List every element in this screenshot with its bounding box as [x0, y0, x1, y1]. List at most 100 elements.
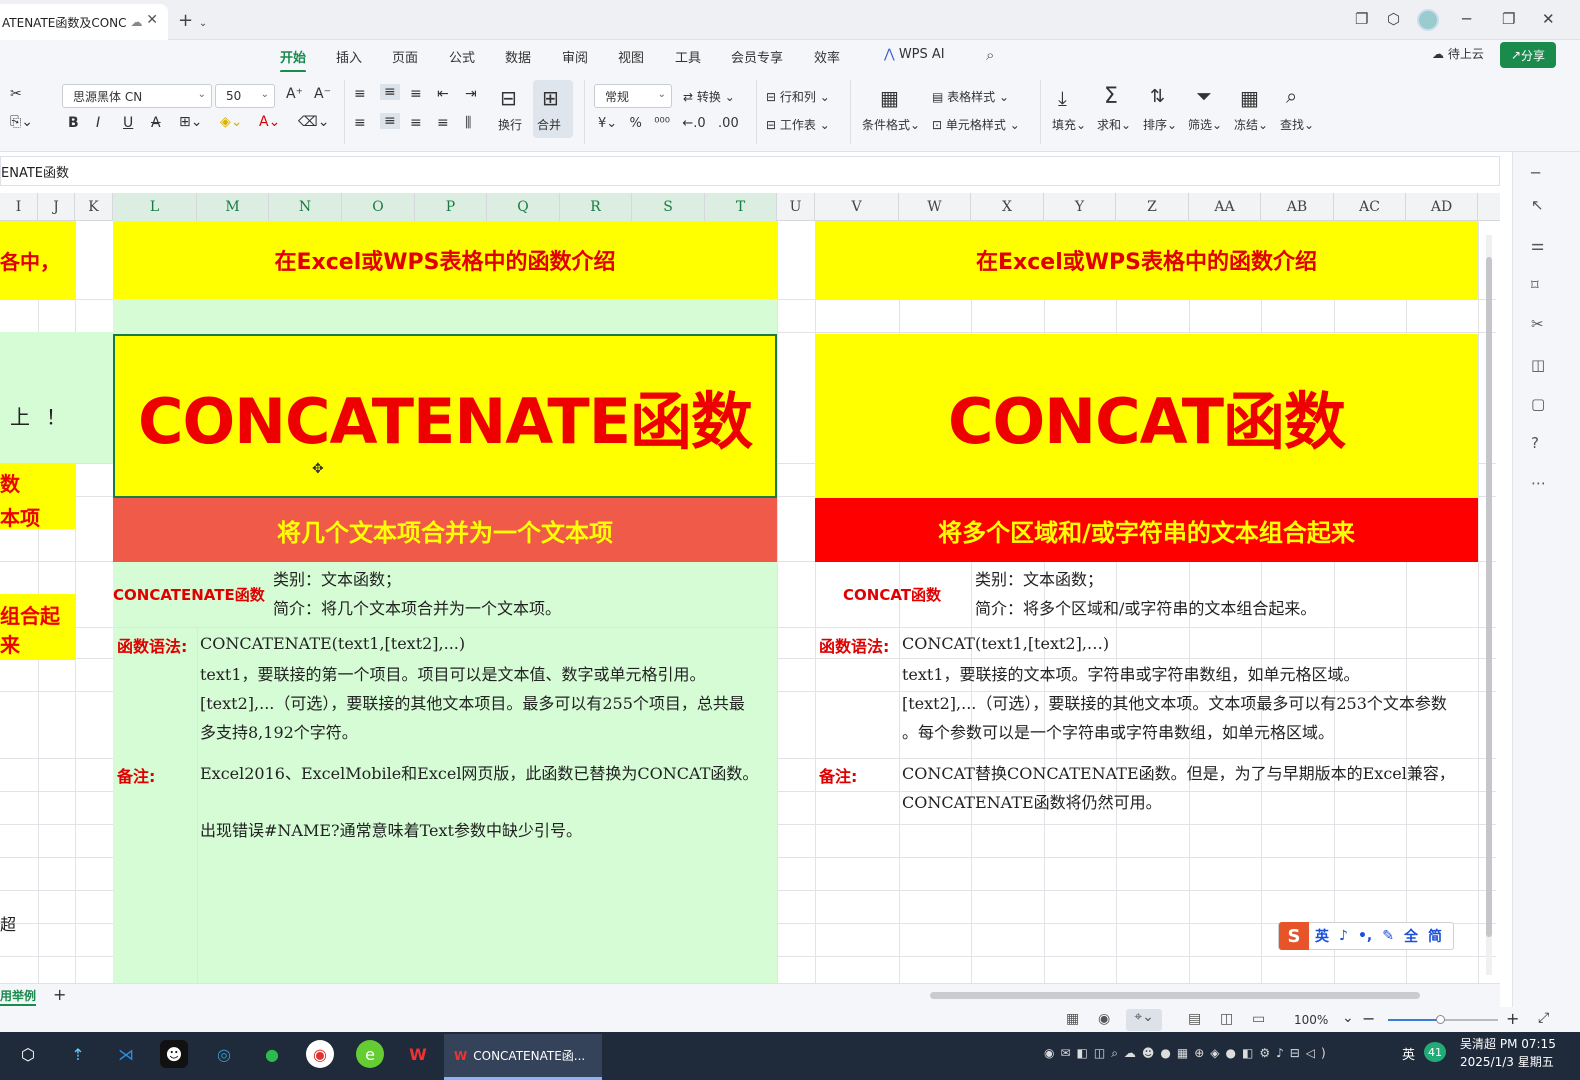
spreadsheet-grid[interactable]: 各中， 上 ！ 数本项 组合起来 超 在Excel或WPS表格中的函数介绍 CO…	[0, 221, 1496, 983]
restore-icon[interactable]: ❐	[1502, 10, 1515, 28]
pin-icon[interactable]: ⌑	[1531, 276, 1539, 294]
wps-icon[interactable]: W	[404, 1040, 432, 1068]
tab-view[interactable]: 视图	[618, 47, 644, 66]
column-header[interactable]: N	[269, 193, 342, 221]
cond-format-icon[interactable]: ▦	[880, 86, 899, 110]
column-header[interactable]: M	[197, 193, 269, 221]
wechat-icon[interactable]: ●	[258, 1040, 286, 1068]
avatar[interactable]	[1417, 9, 1439, 31]
align-top-icon[interactable]: ≡	[354, 86, 366, 102]
fn-label-right[interactable]: CONCAT函数	[843, 584, 941, 605]
wrap-icon[interactable]: ⊟	[500, 86, 517, 110]
intro-right[interactable]: 简介：将多个区域和/或字符串的文本组合起来。	[975, 594, 1316, 623]
ime-punct-icon[interactable]: •,	[1358, 928, 1372, 944]
font-size-select[interactable]: 50 ⌄	[215, 84, 275, 108]
cell-fragment[interactable]: 超	[0, 911, 16, 935]
normal-view-icon[interactable]: ▤	[1188, 1011, 1201, 1027]
ie-icon[interactable]: e	[356, 1040, 384, 1068]
align-middle-icon[interactable]: ≡	[380, 84, 400, 100]
column-header[interactable]: Q	[487, 193, 560, 221]
eye-icon[interactable]: ◉	[1098, 1011, 1110, 1027]
qq-icon[interactable]: ☻	[160, 1040, 188, 1068]
cloud-sync-button[interactable]: ☁ 待上云	[1432, 45, 1484, 62]
column-header[interactable]: P	[415, 193, 487, 221]
filter-icon[interactable]: ⏷	[1196, 84, 1212, 108]
eraser-icon[interactable]: ⌫⌄	[298, 114, 330, 130]
tab-insert[interactable]: 插入	[336, 47, 362, 66]
cell-style-button[interactable]: ⊡ 单元格样式 ⌄	[932, 116, 1020, 133]
column-header[interactable]: X	[971, 193, 1044, 221]
column-header[interactable]: AB	[1261, 193, 1334, 221]
search-icon[interactable]: ⌕	[986, 46, 994, 64]
cond-format-button[interactable]: 条件格式⌄	[862, 116, 920, 133]
function-title-left[interactable]: CONCATENATE函数	[113, 334, 777, 498]
function-subtitle-right[interactable]: 将多个区域和/或字符串的文本组合起来	[815, 498, 1478, 562]
column-header[interactable]: AD	[1406, 193, 1478, 221]
tools-icon[interactable]: ✂	[1531, 315, 1544, 333]
column-header[interactable]: S	[632, 193, 705, 221]
column-header[interactable]: O	[342, 193, 415, 221]
strikethrough-icon[interactable]: A	[151, 115, 161, 131]
close-window-icon[interactable]: ✕	[1542, 10, 1555, 28]
note2-right[interactable]: CONCATENATE函数将仍然可用。	[902, 788, 1162, 817]
column-header[interactable]: AC	[1334, 193, 1406, 221]
crosshair-icon[interactable]: ⌖⌄	[1126, 1009, 1162, 1031]
column-header[interactable]: Y	[1044, 193, 1116, 221]
column-header[interactable]: U	[777, 193, 815, 221]
close-tab-icon[interactable]: ✕	[146, 12, 158, 28]
align-right-icon[interactable]: ≡	[410, 115, 422, 131]
cell-fragment[interactable]: ！	[46, 401, 66, 430]
notification-badge[interactable]: 41	[1424, 1042, 1446, 1062]
formula-bar[interactable]: ENATE函数	[0, 156, 1500, 186]
arg1-right[interactable]: text1，要联接的文本项。字符串或字符串数组，如单元格区域。	[902, 660, 1360, 689]
arg1-left[interactable]: text1，要联接的第一个项目。项目可以是文本值、数字或单元格引用。	[200, 660, 706, 689]
note-label-right[interactable]: 备注:	[819, 763, 857, 787]
tab-formula[interactable]: 公式	[449, 47, 475, 66]
align-left-icon[interactable]: ≡	[354, 115, 366, 131]
increase-font-icon[interactable]: A⁺	[286, 86, 303, 102]
clock[interactable]: 吴清超 PM 07:15 2025/1/3 星期五	[1460, 1035, 1556, 1071]
sheet-tab[interactable]: 用举例	[0, 987, 37, 1006]
category-left[interactable]: 类别：文本函数；	[273, 565, 401, 594]
currency-icon[interactable]: ¥⌄ % ⁰⁰⁰ ←.0 .00	[598, 116, 739, 131]
layout-view-icon[interactable]: ▦	[1066, 1011, 1079, 1027]
start-icon[interactable]: ⬡	[14, 1040, 42, 1068]
function-title-right[interactable]: CONCAT函数	[815, 334, 1478, 498]
tab-member[interactable]: 会员专享	[731, 47, 783, 66]
number-format-select[interactable]: 常规 ⌄	[594, 84, 672, 108]
page-view-icon[interactable]: ◫	[1220, 1011, 1233, 1027]
cell-fragment[interactable]: 各中，	[0, 221, 75, 299]
column-header[interactable]: R	[560, 193, 632, 221]
add-sheet-icon[interactable]: +	[53, 985, 66, 1004]
new-tab-button[interactable]: + ⌄	[178, 10, 207, 31]
syntax-label-right[interactable]: 函数语法:	[819, 633, 889, 657]
sum-icon[interactable]: Σ	[1104, 84, 1118, 109]
column-header[interactable]: AA	[1189, 193, 1261, 221]
fill-icon[interactable]: ⤓	[1058, 86, 1067, 110]
justify-icon[interactable]: ≡	[437, 115, 449, 131]
ime-simplified[interactable]: 简	[1428, 926, 1442, 946]
cell-fragment[interactable]: 数本项	[0, 463, 75, 530]
paste-icon[interactable]: ⎘⌄	[10, 114, 33, 130]
pointer-icon[interactable]: ↖	[1531, 196, 1544, 214]
function-subtitle-left[interactable]: 将几个文本项合并为一个文本项	[113, 498, 777, 562]
zoom-slider-thumb[interactable]	[1436, 1015, 1445, 1024]
arg2a-left[interactable]: [text2],...（可选），要联接的其他文本项目。最多可以有255个项目，总…	[200, 689, 745, 718]
horizontal-scrollbar[interactable]	[930, 992, 1420, 999]
column-header[interactable]: V	[815, 193, 899, 221]
find-icon[interactable]: ⌕	[1286, 84, 1297, 108]
zoom-out-icon[interactable]: −	[1362, 1009, 1375, 1028]
cell-fragment[interactable]: 上	[10, 401, 30, 430]
wrap-button[interactable]: 换行	[498, 116, 522, 133]
syntax-left[interactable]: CONCATENATE(text1,[text2],...)	[200, 629, 465, 658]
rowcol-button[interactable]: ⊟ 行和列 ⌄	[766, 88, 830, 105]
decrease-font-icon[interactable]: A⁻	[314, 86, 331, 102]
sort-button[interactable]: 排序⌄	[1143, 116, 1177, 133]
section-header-right[interactable]: 在Excel或WPS表格中的函数介绍	[815, 221, 1478, 299]
border-icon[interactable]: ⊞⌄	[179, 114, 202, 130]
column-header[interactable]: L	[113, 193, 197, 221]
zoom-in-icon[interactable]: +	[1506, 1009, 1519, 1028]
fn-label-left[interactable]: CONCATENATE函数	[113, 584, 265, 605]
column-header[interactable]: Z	[1116, 193, 1189, 221]
arg2b-right[interactable]: 。每个参数可以是一个字符串或字符串数组，如单元格区域。	[902, 718, 1334, 747]
